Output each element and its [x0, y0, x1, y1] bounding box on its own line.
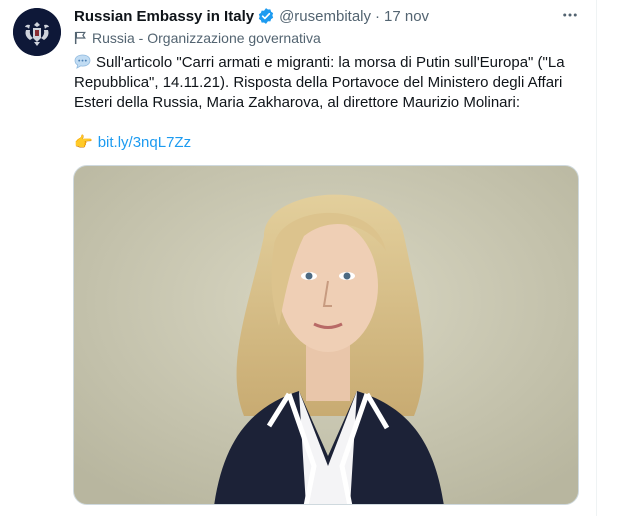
timeline-divider [596, 0, 597, 516]
verified-badge-icon [258, 8, 274, 24]
link-line: 👉 bit.ly/3nqL7Zz [74, 133, 191, 153]
display-name[interactable]: Russian Embassy in Italy [74, 8, 254, 25]
flag-icon [74, 31, 86, 45]
speech-bubble-icon [74, 54, 91, 69]
handle[interactable]: @rusembitaly [279, 8, 371, 25]
tweet-link[interactable]: bit.ly/3nqL7Zz [98, 133, 191, 153]
more-options-icon [563, 13, 577, 17]
coat-of-arms-icon [13, 8, 61, 56]
tweet-body: Sull'articolo "Carri armati e migranti: … [74, 54, 565, 111]
portrait-photo [74, 166, 578, 504]
affiliation-text: Russia - Organizzazione governativa [92, 30, 321, 46]
tweet-text: Sull'articolo "Carri armati e migranti: … [74, 53, 584, 113]
timestamp[interactable]: 17 nov [384, 8, 429, 25]
tweet[interactable]: Russian Embassy in Italy @rusembitaly · … [0, 0, 600, 516]
more-options-button[interactable] [560, 5, 580, 25]
tweet-image[interactable] [73, 165, 579, 505]
tweet-header: Russian Embassy in Italy @rusembitaly · … [74, 6, 429, 26]
avatar[interactable] [13, 8, 61, 56]
affiliation-label: Russia - Organizzazione governativa [74, 30, 321, 46]
pointing-hand-icon: 👉 [74, 134, 93, 151]
separator-dot: · [375, 7, 380, 25]
